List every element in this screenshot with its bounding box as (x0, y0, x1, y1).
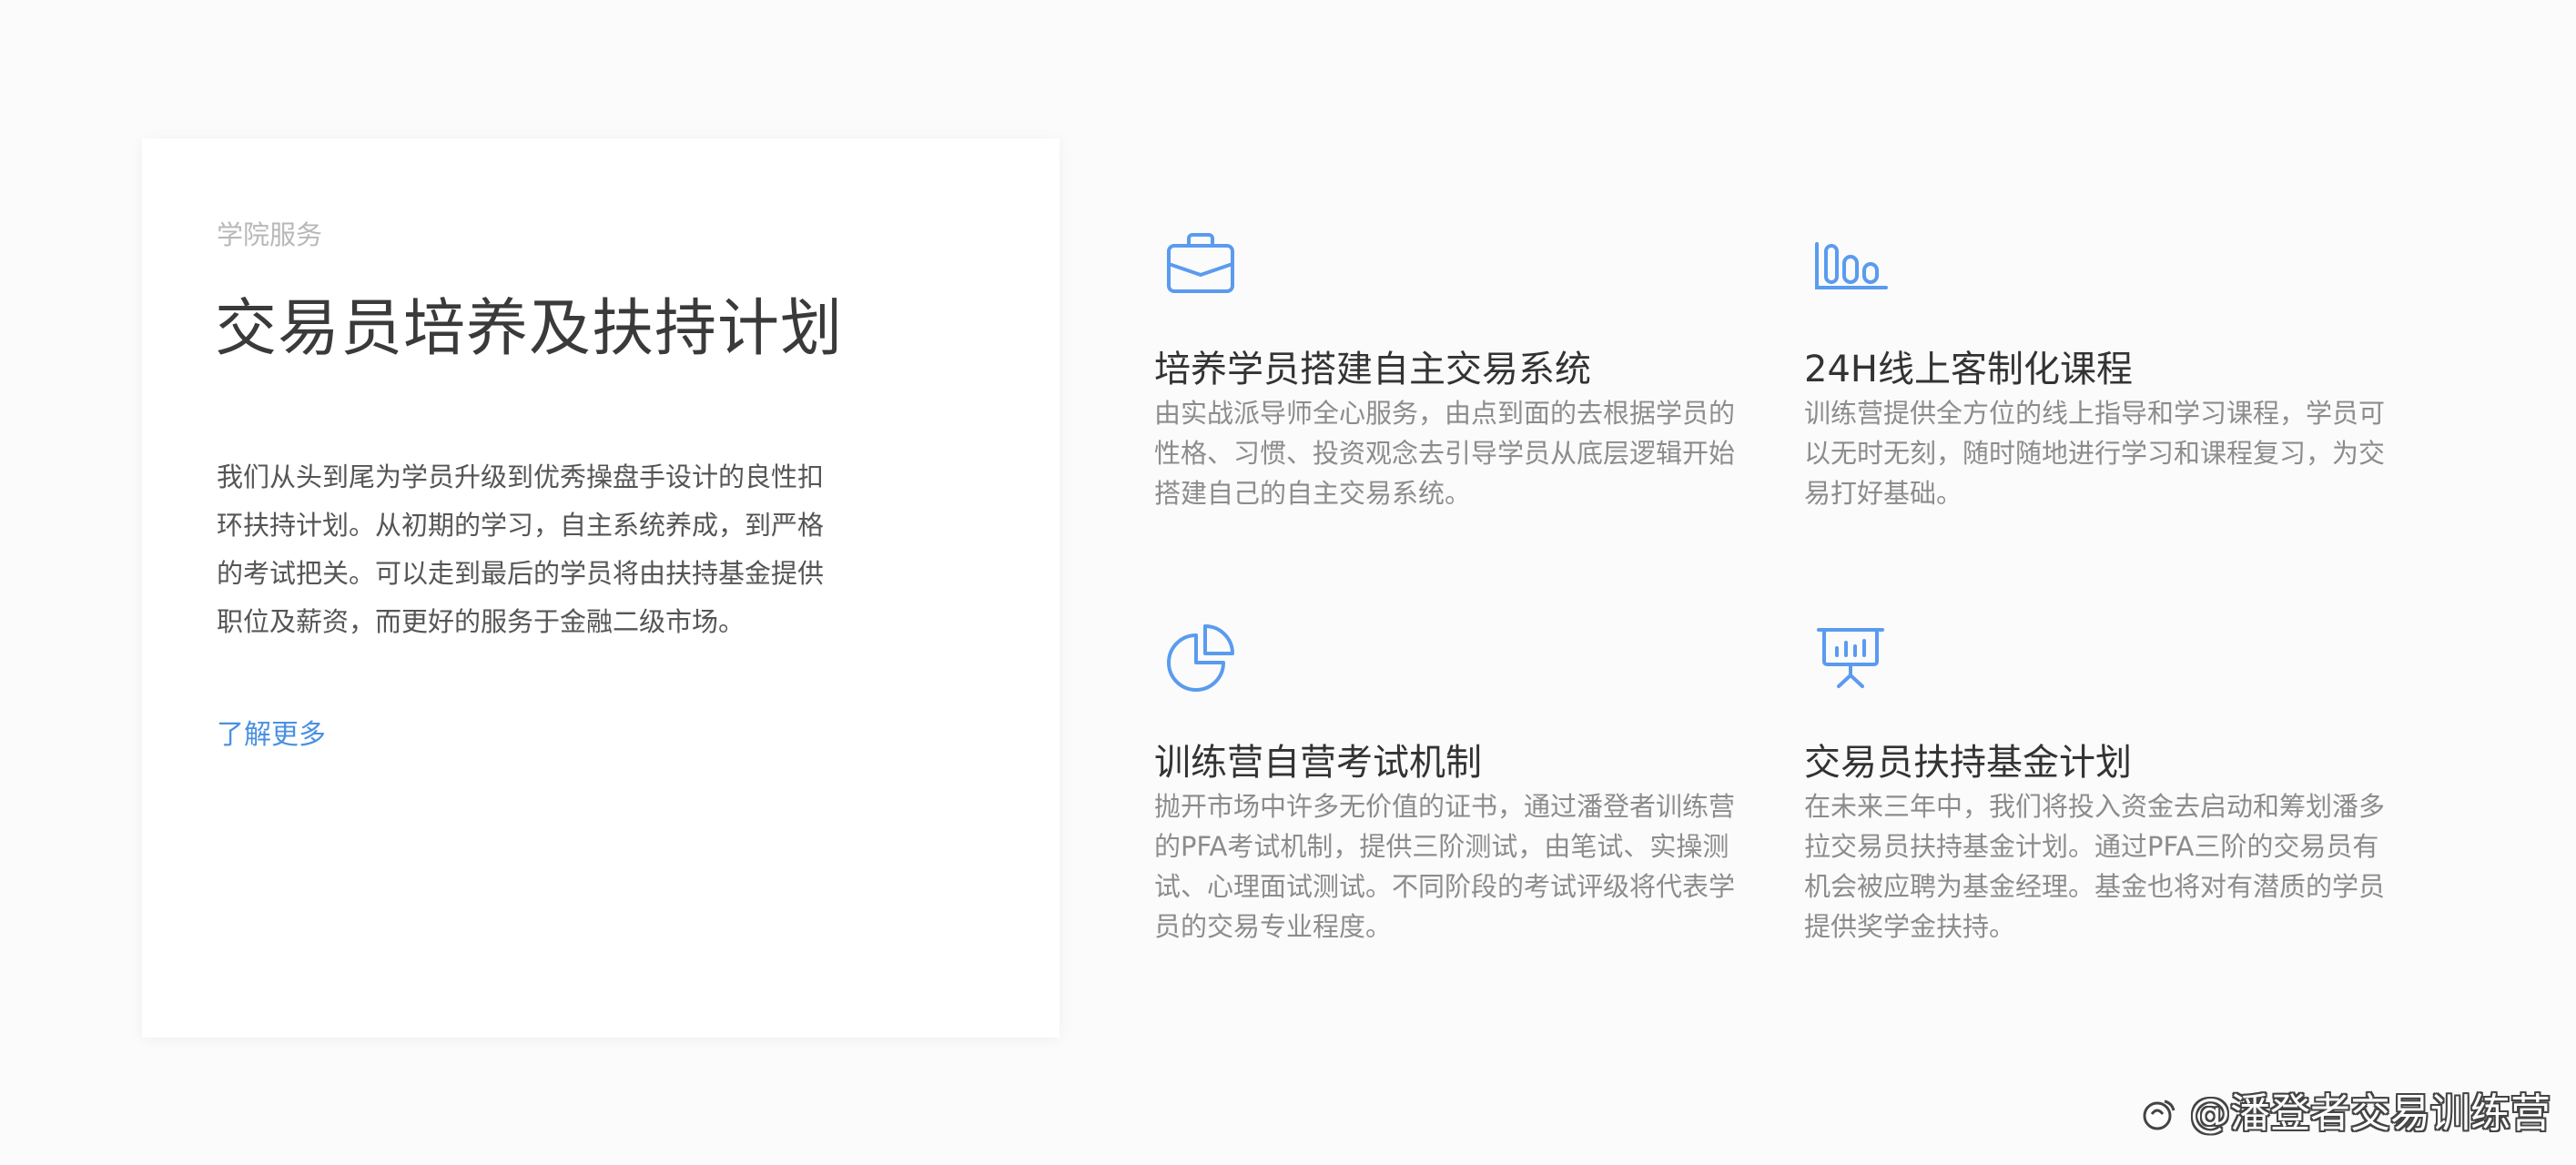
feature-title: 交易员扶持基金计划 (1804, 742, 2132, 784)
page-title: 交易员培养及扶持计划 (215, 293, 844, 365)
bar-chart-icon (1815, 242, 1888, 289)
intro-card: 学院服务 交易员培养及扶持计划 我们从头到尾为学员升级到优秀操盘手设计的良性扣环… (142, 138, 1060, 1038)
feature-description: 由实战派导师全心服务，由点到面的去根据学员的性格、习惯、投资观念去引导学员从底层… (1154, 398, 1736, 509)
feature-description: 在未来三年中，我们将投入资金去启动和筹划潘多拉交易员扶持基金计划。通过PFA三阶… (1804, 791, 2386, 942)
presentation-board-icon (1817, 628, 1884, 688)
learn-more-link[interactable]: 了解更多 (217, 715, 326, 755)
section-eyebrow: 学院服务 (217, 219, 323, 250)
weibo-logo-icon (2143, 1099, 2175, 1130)
feature-description: 训练营提供全方位的线上指导和学习课程，学员可以无时无刻，随时随地进行学习和课程复… (1804, 398, 2386, 509)
feature-title: 培养学员搭建自主交易系统 (1154, 349, 1591, 390)
watermark: @潘登者交易训练营 (2139, 1087, 2551, 1141)
pie-chart-icon (1167, 624, 1234, 692)
intro-description: 我们从头到尾为学员升级到优秀操盘手设计的良性扣环扶持计划。从初期的学习，自主系统… (217, 461, 825, 637)
feature-title: 24H线上客制化课程 (1804, 349, 2133, 390)
feature-title: 训练营自营考试机制 (1154, 742, 1482, 784)
briefcase-icon (1167, 233, 1234, 293)
feature-description: 抛开市场中许多无价值的证书，通过潘登者训练营的PFA考试机制，提供三阶测试，由笔… (1154, 791, 1736, 942)
watermark-text: @潘登者交易训练营 (2190, 1090, 2551, 1137)
